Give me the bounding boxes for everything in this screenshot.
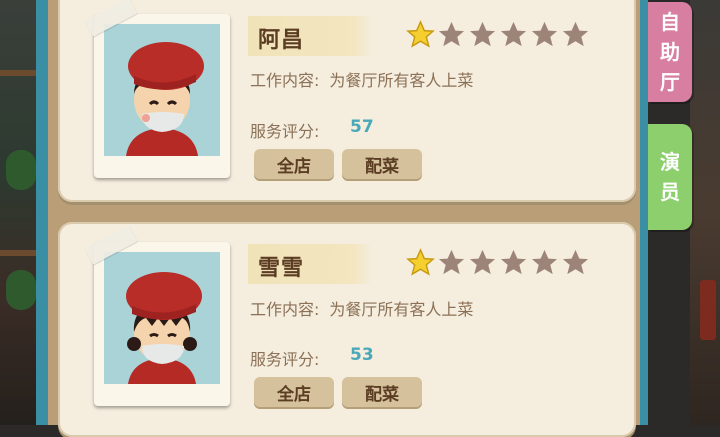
star-empty-icon: [438, 21, 465, 47]
star-empty-icon: [562, 249, 589, 275]
staff-name: 雪雪: [258, 256, 305, 281]
staff-portrait-waiter-female: [104, 252, 220, 384]
whole-store-button[interactable]: 全店: [254, 149, 334, 179]
side-dish-button[interactable]: 配菜: [342, 149, 422, 179]
tab-actors[interactable]: 演 员: [648, 124, 692, 230]
staff-name: 阿昌: [258, 28, 305, 53]
duty-label: 工作内容:: [250, 300, 320, 319]
duty-label: 工作内容:: [250, 71, 320, 90]
name-plate: 雪雪: [248, 244, 372, 284]
duty-value: 为餐厅所有客人上菜: [329, 300, 474, 319]
tab-buffet-char: 厅: [660, 70, 680, 94]
score-value: 57: [350, 117, 374, 137]
duty-row: 工作内容: 为餐厅所有客人上菜: [250, 67, 473, 91]
tab-actor-char: 员: [660, 180, 680, 204]
tab-buffet-char: 自: [660, 10, 680, 34]
score-label: 服务评分:: [250, 122, 320, 141]
side-dish-button[interactable]: 配菜: [342, 377, 422, 407]
staff-photo: [84, 0, 230, 178]
star-empty-icon: [531, 21, 558, 47]
star-filled-icon: [406, 20, 435, 48]
star-rating: [406, 20, 590, 49]
star-empty-icon: [438, 249, 465, 275]
duty-row: 工作内容: 为餐厅所有客人上菜: [250, 296, 473, 320]
tab-buffet-char: 助: [660, 40, 680, 64]
name-plate: 阿昌: [248, 16, 372, 56]
score-label: 服务评分:: [250, 350, 320, 369]
whole-store-button[interactable]: 全店: [254, 377, 334, 407]
star-empty-icon: [469, 249, 496, 275]
background-right: [690, 0, 720, 425]
star-empty-icon: [531, 249, 558, 275]
post: [700, 280, 716, 340]
staff-photo: [84, 225, 230, 406]
staff-portrait-waiter-male: [104, 24, 220, 156]
tab-buffet-hall[interactable]: 自 助 厅: [648, 2, 692, 102]
star-empty-icon: [469, 21, 496, 47]
star-empty-icon: [500, 249, 527, 275]
star-filled-icon: [406, 248, 435, 276]
staff-card: 阿昌 工作内容: 为餐厅所有客人上菜 服务评分: 57 全店 配菜: [58, 0, 636, 202]
duty-value: 为餐厅所有客人上菜: [329, 71, 474, 90]
plant: [6, 270, 36, 310]
tab-actor-char: 演: [660, 150, 680, 174]
star-rating: [406, 248, 590, 277]
staff-card: 雪雪 工作内容: 为餐厅所有客人上菜 服务评分: 53 全店 配菜: [58, 222, 636, 437]
score-value: 53: [350, 345, 374, 365]
plant: [6, 150, 36, 190]
star-empty-icon: [500, 21, 527, 47]
star-empty-icon: [562, 21, 589, 47]
